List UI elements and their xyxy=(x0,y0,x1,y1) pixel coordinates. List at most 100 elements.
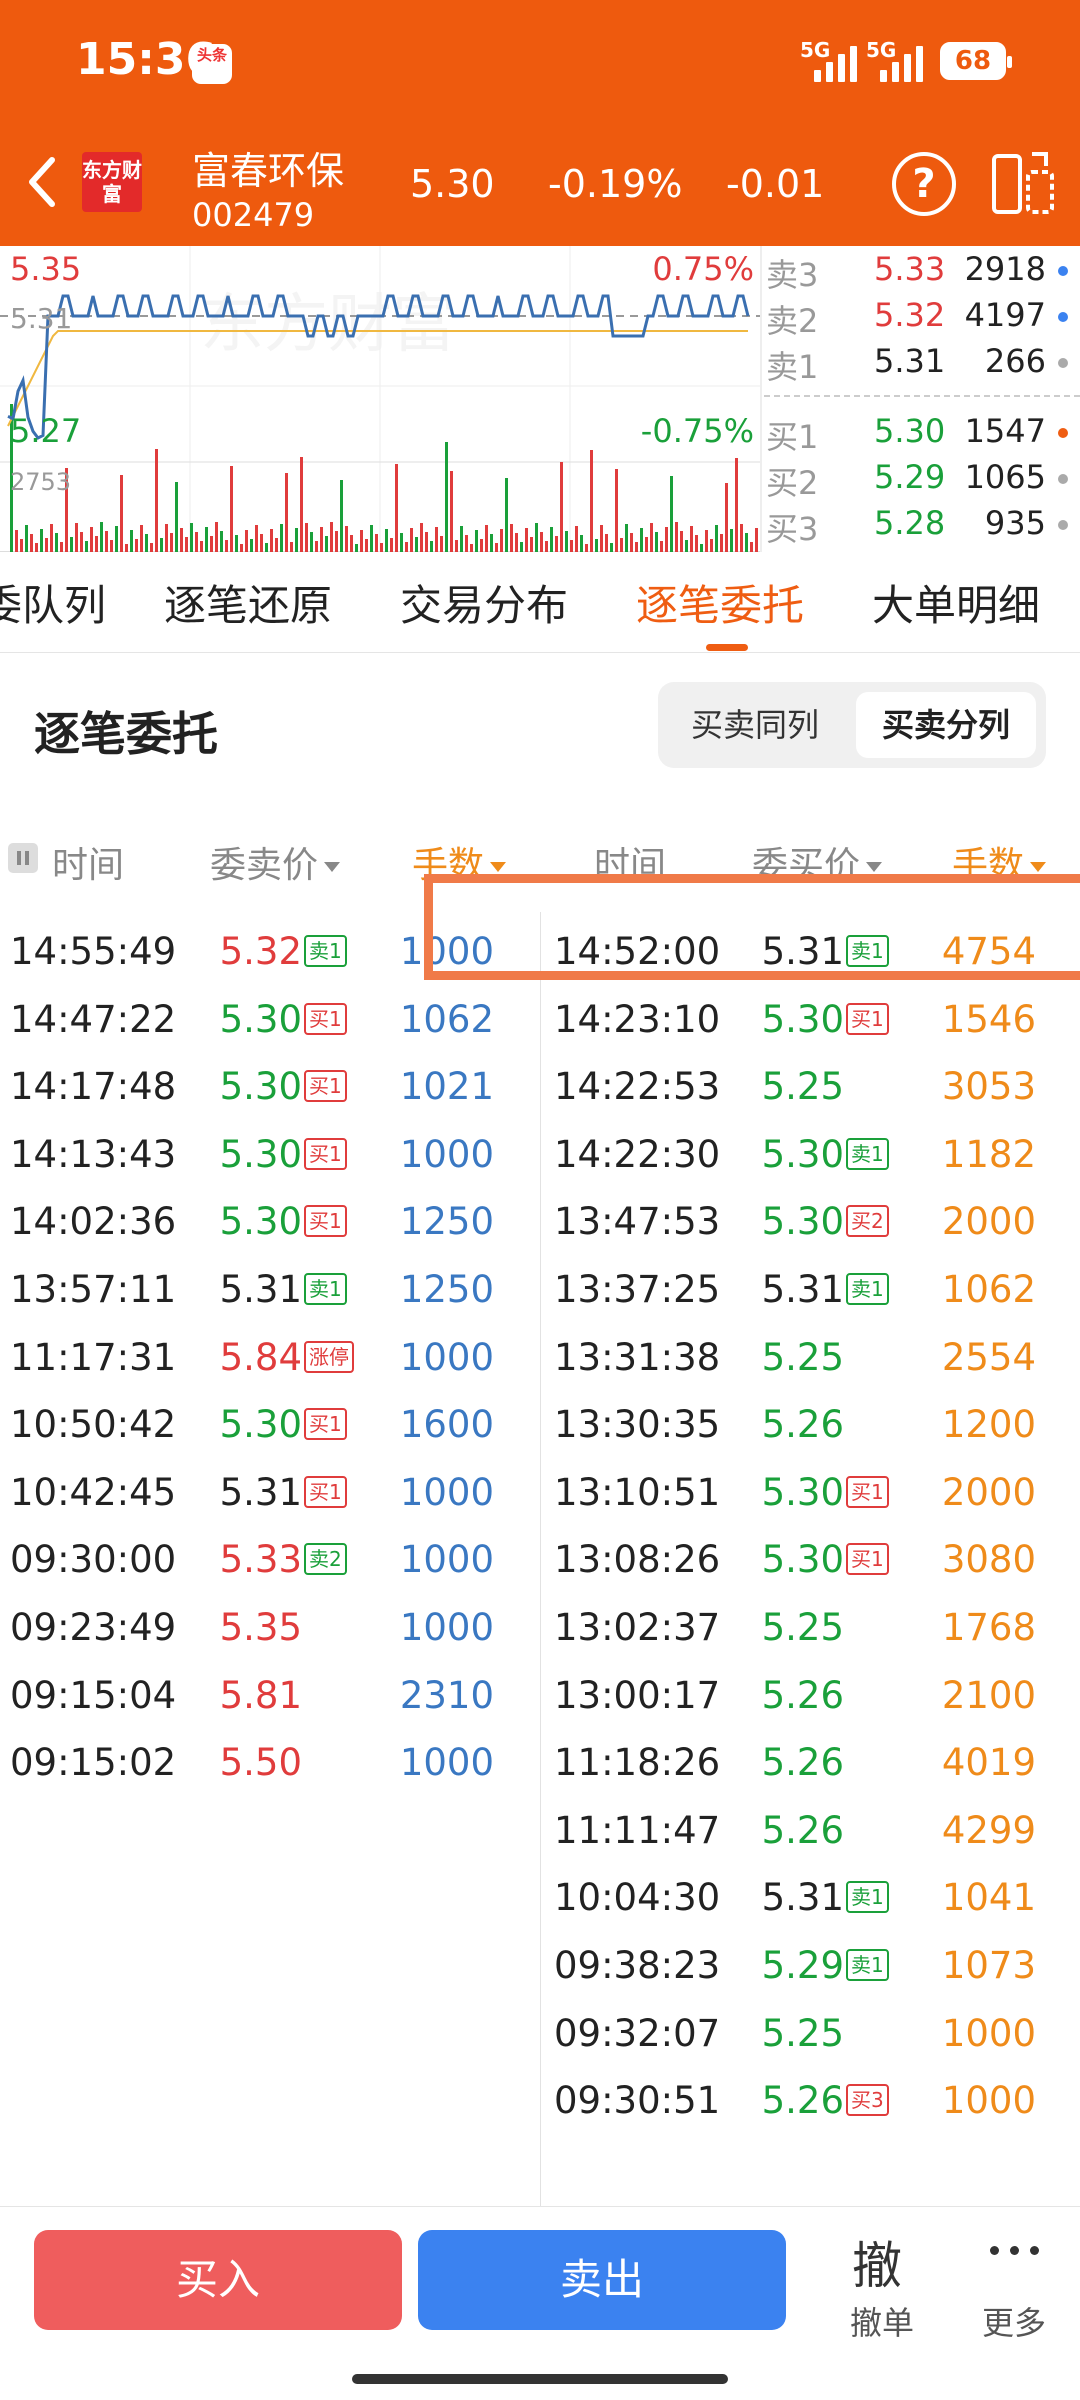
volume-bar xyxy=(495,543,498,552)
order-row[interactable]: 09:15:02 5.50 1000 xyxy=(0,1729,530,1796)
order-price: 5.30 xyxy=(762,1459,844,1526)
more-icon[interactable] xyxy=(990,2240,1040,2260)
pause-icon[interactable] xyxy=(8,843,38,873)
order-qty: 3053 xyxy=(942,1053,1036,1120)
order-price: 5.30 xyxy=(762,1121,844,1188)
volume-bar xyxy=(305,523,308,552)
order-tag: 买1 xyxy=(304,1070,347,1102)
cancel-order-icon[interactable]: 撤 xyxy=(852,2226,902,2298)
orderbook-level-label: 卖2 xyxy=(766,296,818,342)
order-row[interactable]: 09:38:23 5.29 卖1 1073 xyxy=(544,1932,1074,1999)
order-row[interactable]: 13:37:25 5.31 卖1 1062 xyxy=(544,1256,1074,1323)
toggle-same-column[interactable]: 买卖同列 xyxy=(670,692,840,758)
volume-bar xyxy=(45,538,48,552)
order-price: 5.31 xyxy=(762,1256,844,1323)
order-row[interactable]: 13:47:53 5.30 买2 2000 xyxy=(544,1188,1074,1255)
volume-bar xyxy=(90,527,93,552)
tab-0[interactable]: 委队列 xyxy=(0,572,106,633)
tab-4[interactable]: 大单明细 xyxy=(872,572,1040,633)
order-time: 14:17:48 xyxy=(10,1053,176,1120)
order-qty: 1768 xyxy=(942,1594,1036,1661)
order-row[interactable]: 14:22:30 5.30 卖1 1182 xyxy=(544,1121,1074,1188)
order-row[interactable]: 14:22:53 5.25 3053 xyxy=(544,1053,1074,1120)
volume-bar xyxy=(405,542,408,552)
order-tag: 卖1 xyxy=(846,1273,889,1305)
order-price: 5.26 xyxy=(762,1391,844,1458)
home-indicator[interactable] xyxy=(352,2374,728,2384)
order-row[interactable]: 13:02:37 5.25 1768 xyxy=(544,1594,1074,1661)
tab-2[interactable]: 交易分布 xyxy=(400,572,568,633)
chart-mid-label: 5.31 xyxy=(10,302,72,335)
order-row[interactable]: 14:13:43 5.30 买1 1000 xyxy=(0,1121,530,1188)
buy-button[interactable]: 买入 xyxy=(34,2230,402,2330)
volume-bar xyxy=(105,531,108,552)
order-row[interactable]: 13:57:11 5.31 卖1 1250 xyxy=(0,1256,530,1323)
tab-3[interactable]: 逐笔委托 xyxy=(636,572,804,633)
volume-bar xyxy=(95,536,98,552)
order-time: 09:15:02 xyxy=(10,1729,176,1796)
order-price: 5.26 xyxy=(762,2067,844,2134)
sell-button[interactable]: 卖出 xyxy=(418,2230,786,2330)
order-time: 11:18:26 xyxy=(554,1729,720,1796)
orderbook-row[interactable]: 卖3 5.33 2918 xyxy=(762,250,1080,296)
order-row[interactable]: 13:10:51 5.30 买1 2000 xyxy=(544,1459,1074,1526)
order-price: 5.32 xyxy=(220,918,302,985)
order-row[interactable]: 09:15:04 5.81 2310 xyxy=(0,1662,530,1729)
order-row[interactable]: 11:11:47 5.26 4299 xyxy=(544,1797,1074,1864)
order-row[interactable]: 14:17:48 5.30 买1 1021 xyxy=(0,1053,530,1120)
order-qty: 1041 xyxy=(942,1864,1036,1931)
volume-bar xyxy=(400,533,403,552)
order-row[interactable]: 09:30:00 5.33 卖2 1000 xyxy=(0,1526,530,1593)
order-row[interactable]: 10:04:30 5.31 卖1 1041 xyxy=(544,1864,1074,1931)
orderbook-dot-icon xyxy=(1058,312,1068,322)
orderbook-row[interactable]: 买3 5.28 935 xyxy=(762,504,1080,550)
order-row[interactable]: 13:30:35 5.26 1200 xyxy=(544,1391,1074,1458)
order-row[interactable]: 13:00:17 5.26 2100 xyxy=(544,1662,1074,1729)
orderbook-price: 5.30 xyxy=(874,412,974,450)
more-label[interactable]: 更多 xyxy=(982,2298,1046,2344)
cancel-order-label[interactable]: 撤单 xyxy=(850,2298,914,2344)
order-row[interactable]: 09:30:51 5.26 买3 1000 xyxy=(544,2067,1074,2134)
order-row[interactable]: 13:31:38 5.25 2554 xyxy=(544,1324,1074,1391)
order-tag: 买1 xyxy=(846,1476,889,1508)
signal-label-2: 5G xyxy=(866,38,896,62)
orderbook-row[interactable]: 卖2 5.32 4197 xyxy=(762,296,1080,342)
switch-stock-icon[interactable] xyxy=(988,150,1058,218)
order-row[interactable]: 09:23:49 5.35 1000 xyxy=(0,1594,530,1661)
volume-bar xyxy=(275,538,278,552)
volume-bar xyxy=(215,522,218,552)
toggle-split-column[interactable]: 买卖分列 xyxy=(856,692,1036,758)
left-price-header[interactable]: 委卖价 xyxy=(210,836,340,888)
order-row[interactable]: 14:23:10 5.30 买1 1546 xyxy=(544,986,1074,1053)
tab-1[interactable]: 逐笔还原 xyxy=(164,572,332,633)
orderbook-row[interactable]: 买2 5.29 1065 xyxy=(762,458,1080,504)
intraday-chart[interactable]: 东方财富 5.35 5.31 5.27 0.75% -0.75% 2753 xyxy=(0,246,760,552)
volume-bar xyxy=(180,528,183,552)
order-price: 5.84 xyxy=(220,1324,302,1391)
order-row[interactable]: 13:08:26 5.30 买1 3080 xyxy=(544,1526,1074,1593)
orderbook-row[interactable]: 卖1 5.31 266 xyxy=(762,342,1080,388)
order-row[interactable]: 14:47:22 5.30 买1 1062 xyxy=(0,986,530,1053)
order-time: 13:37:25 xyxy=(554,1256,720,1323)
order-price: 5.25 xyxy=(762,1594,844,1661)
volume-bar xyxy=(525,528,528,552)
volume-bar xyxy=(690,526,693,552)
order-time: 14:13:43 xyxy=(10,1121,176,1188)
order-row[interactable]: 11:17:31 5.84 涨停 1000 xyxy=(0,1324,530,1391)
order-row[interactable]: 10:42:45 5.31 买1 1000 xyxy=(0,1459,530,1526)
order-row[interactable]: 11:18:26 5.26 4019 xyxy=(544,1729,1074,1796)
volume-bar xyxy=(725,483,728,552)
volume-bar xyxy=(410,528,413,552)
order-row[interactable]: 14:02:36 5.30 买1 1250 xyxy=(0,1188,530,1255)
orderbook-row[interactable]: 买1 5.30 1547 xyxy=(762,412,1080,458)
order-row[interactable]: 09:32:07 5.25 1000 xyxy=(544,2000,1074,2067)
help-icon[interactable]: ? xyxy=(892,152,956,216)
volume-bar xyxy=(715,525,718,552)
chart-low-pct-label: -0.75% xyxy=(641,412,754,450)
header-change-pct: -0.19% xyxy=(548,162,682,206)
order-row[interactable]: 10:50:42 5.30 买1 1600 xyxy=(0,1391,530,1458)
back-arrow-icon[interactable] xyxy=(22,152,62,212)
order-time: 09:38:23 xyxy=(554,1932,720,1999)
order-tag: 买1 xyxy=(846,1003,889,1035)
order-price: 5.30 xyxy=(220,1391,302,1458)
